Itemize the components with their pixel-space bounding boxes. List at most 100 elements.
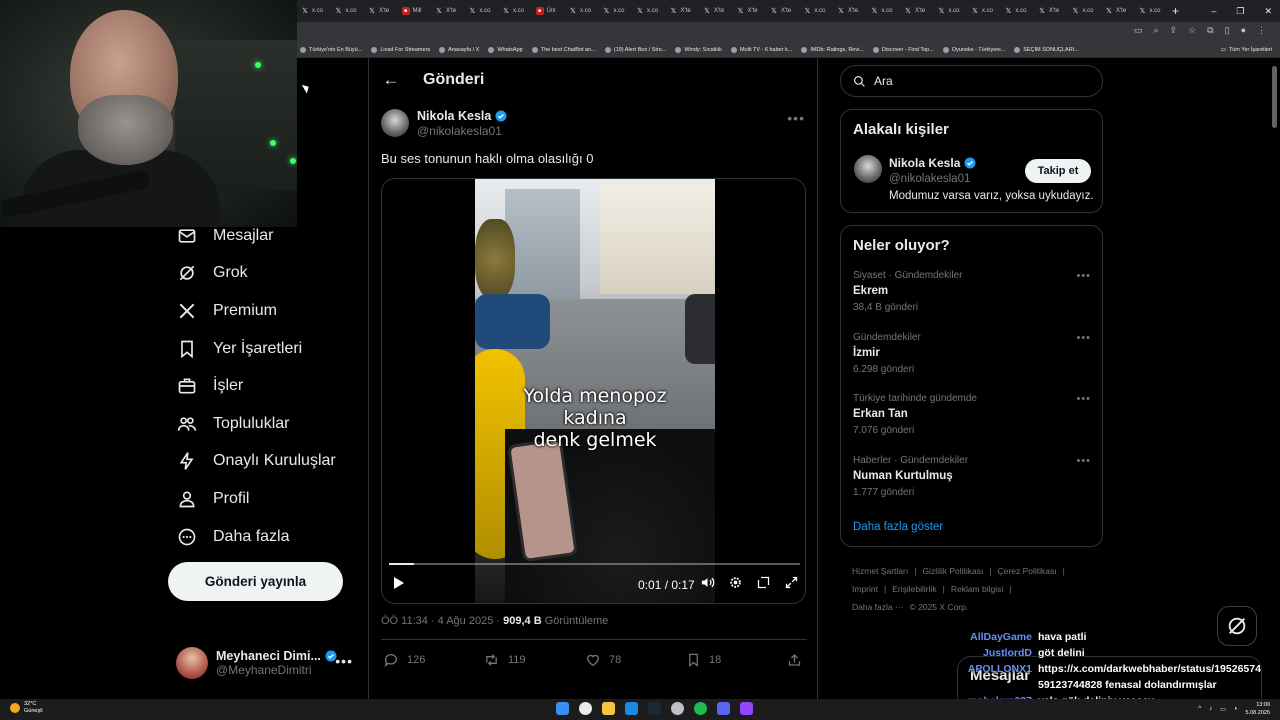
trend-item[interactable]: Haberler · Gündemdekiler Numan Kurtulmuş 1…	[853, 455, 1091, 505]
nav-item-onaylı-kuruluşlar[interactable]: Onaylı Kuruluşlar	[168, 443, 358, 481]
picture-in-picture-icon[interactable]	[755, 574, 771, 590]
zoom-icon[interactable]: ⌕	[1154, 25, 1159, 36]
video-player[interactable]: Yolda menopoz kadına denk gelmek 0:01 / …	[381, 178, 806, 604]
nav-item-i-şler[interactable]: İşler	[168, 367, 358, 405]
footer-link[interactable]: © 2025 X Corp.	[910, 602, 969, 612]
browser-tab[interactable]: 𝕏 X'te	[1034, 0, 1068, 22]
trend-more-icon[interactable]: •••	[1076, 270, 1091, 282]
nav-item-daha-fazla[interactable]: Daha fazla	[168, 518, 358, 556]
browser-tab[interactable]: 𝕏x.co	[1068, 0, 1102, 22]
weather-widget[interactable]: 32°C Güneşli	[10, 701, 43, 715]
star-icon[interactable]: ☆	[1188, 25, 1196, 36]
search-box[interactable]	[840, 65, 1103, 97]
reply-button[interactable]: 126	[383, 652, 425, 668]
related-name[interactable]: Nikola Kesla	[889, 156, 960, 170]
trend-item[interactable]: Siyaset · Gündemdekiler Ekrem 38,4 B gönde…	[853, 270, 1091, 320]
browser-tab[interactable]: 𝕏x.co	[331, 0, 365, 22]
post-timestamp[interactable]: ÖÖ 11:34 · 4 Ağu 2025 ·	[381, 615, 503, 627]
volume-icon[interactable]	[699, 574, 715, 590]
footer-link[interactable]: Daha fazla ···	[852, 602, 904, 612]
twitch-icon[interactable]	[740, 702, 753, 715]
browser-tab[interactable]: 𝕏x.co	[1001, 0, 1035, 22]
browser-tab[interactable]: 𝕏x.co	[800, 0, 834, 22]
bookmark-item[interactable]: SEÇİM SONUÇLARI...	[1014, 47, 1079, 53]
browser-tab[interactable]: 𝕏 X'te	[666, 0, 700, 22]
bookmark-item[interactable]: The best ChatBot an...	[531, 47, 596, 53]
browser-tab[interactable]: 𝕏 X'te	[766, 0, 800, 22]
related-avatar[interactable]	[854, 155, 882, 183]
trend-item[interactable]: Gündemdekiler İzmir 6.298 gönderi •••	[853, 332, 1091, 382]
footer-link[interactable]: Çerez Politikası	[998, 566, 1057, 576]
post-button[interactable]: Gönderi yayınla	[168, 562, 343, 601]
video-frame[interactable]: Yolda menopoz kadına denk gelmek	[475, 179, 715, 603]
browser-tab[interactable]: 𝕏x.co	[465, 0, 499, 22]
browser-tab[interactable]: 𝕏x.co	[934, 0, 968, 22]
profile-icon[interactable]: ●	[1241, 25, 1246, 36]
browser-tab[interactable]: 𝕏 X'te	[900, 0, 934, 22]
bookmark-button[interactable]: 18	[686, 652, 721, 668]
like-button[interactable]: 78	[585, 652, 621, 668]
repost-button[interactable]: 119	[483, 652, 526, 668]
account-switcher[interactable]: Meyhaneci Dimi... @MeyhaneDimitri •••	[176, 643, 361, 683]
bookmark-item[interactable]: Discover - Find Top...	[872, 47, 934, 53]
nav-item-topluluklar[interactable]: Topluluklar	[168, 405, 358, 443]
more-options-icon[interactable]: •••	[335, 653, 353, 669]
bookmark-item[interactable]: IMDb: Ratings, Revi...	[801, 47, 864, 53]
author-handle[interactable]: @nikolakesla01	[417, 124, 507, 138]
browser-tab[interactable]: 𝕏x.co	[967, 0, 1001, 22]
sidebar-icon[interactable]: ▯	[1225, 25, 1230, 36]
browser-tab[interactable]: 𝕏 X'te	[733, 0, 767, 22]
follow-button[interactable]: Takip et	[1025, 159, 1091, 183]
screen-share-icon[interactable]: ▭	[1134, 25, 1143, 36]
clock[interactable]: 13:00 5.08.2025	[1246, 701, 1270, 717]
chevron-up-icon[interactable]: ^	[1198, 706, 1201, 712]
settings-gear-icon[interactable]	[727, 574, 743, 590]
steam-icon[interactable]	[648, 702, 661, 715]
browser-tab[interactable]: 𝕏x.co	[297, 0, 331, 22]
trend-more-icon[interactable]: •••	[1076, 455, 1091, 467]
trend-item[interactable]: Türkiye tarihinde gündemde Erkan Tan 7.076…	[853, 393, 1091, 443]
bookmark-item[interactable]: Windy: Sıcaklık	[675, 47, 722, 53]
close-window-button[interactable]: ✕	[1264, 6, 1272, 17]
scrollbar-thumb[interactable]	[1272, 66, 1277, 128]
bookmark-item[interactable]: Anasayfa / X	[439, 47, 479, 53]
volume-icon[interactable]: ◖	[1234, 706, 1238, 712]
post-author[interactable]: Nikola Kesla @nikolakesla01	[381, 109, 507, 138]
browser-tab[interactable]: 𝕏x.co	[1135, 0, 1169, 22]
browser-tab[interactable]: 𝕏x.co	[599, 0, 633, 22]
folder-icon[interactable]	[602, 702, 615, 715]
spotify-icon[interactable]	[694, 702, 707, 715]
browser-tab[interactable]: 𝕏 X'te	[1101, 0, 1135, 22]
fullscreen-icon[interactable]	[783, 574, 799, 590]
bookmark-item[interactable]: Türkiye'nin En Büyü...	[300, 47, 362, 53]
share-button[interactable]	[787, 652, 802, 668]
maximize-button[interactable]: ❐	[1236, 6, 1244, 17]
back-arrow-icon[interactable]: ←	[381, 70, 401, 90]
browser-tab[interactable]: 𝕏 X'te	[364, 0, 398, 22]
play-icon[interactable]	[392, 575, 406, 591]
bookmark-item[interactable]: WhatsApp	[488, 47, 523, 53]
related-name-row[interactable]: Nikola Kesla	[889, 156, 976, 170]
footer-link[interactable]: Reklam bilgisi	[951, 584, 1003, 594]
discord-icon[interactable]	[717, 702, 730, 715]
show-more-link[interactable]: Daha fazla göster	[853, 521, 943, 533]
browser-tab[interactable]: 𝕏x.co	[867, 0, 901, 22]
nav-item-premium[interactable]: Premium	[168, 292, 358, 330]
author-avatar[interactable]	[381, 109, 409, 137]
chrome-icon[interactable]	[579, 702, 592, 715]
browser-tab[interactable]: ■ Mill	[398, 0, 432, 22]
browser-tab[interactable]: 𝕏 X'te	[431, 0, 465, 22]
extensions-icon[interactable]: ⧉	[1207, 25, 1213, 36]
nav-item-profil[interactable]: Profil	[168, 480, 358, 518]
minimize-button[interactable]: –	[1211, 6, 1216, 16]
video-progress-bar[interactable]	[389, 563, 800, 565]
github-icon[interactable]	[671, 702, 684, 715]
footer-link[interactable]: Erişilebilirlik	[892, 584, 936, 594]
footer-link[interactable]: Imprint	[852, 584, 878, 594]
related-handle[interactable]: @nikolakesla01	[889, 173, 970, 185]
author-name[interactable]: Nikola Kesla	[417, 109, 491, 123]
all-bookmarks[interactable]: ▭ Tüm Yer İşaretleri	[1221, 42, 1272, 58]
share-icon[interactable]: ⇪	[1170, 25, 1178, 36]
bookmark-item[interactable]: (19) Alert Box / Stre...	[604, 47, 666, 53]
post-more-icon[interactable]: •••	[787, 110, 805, 126]
